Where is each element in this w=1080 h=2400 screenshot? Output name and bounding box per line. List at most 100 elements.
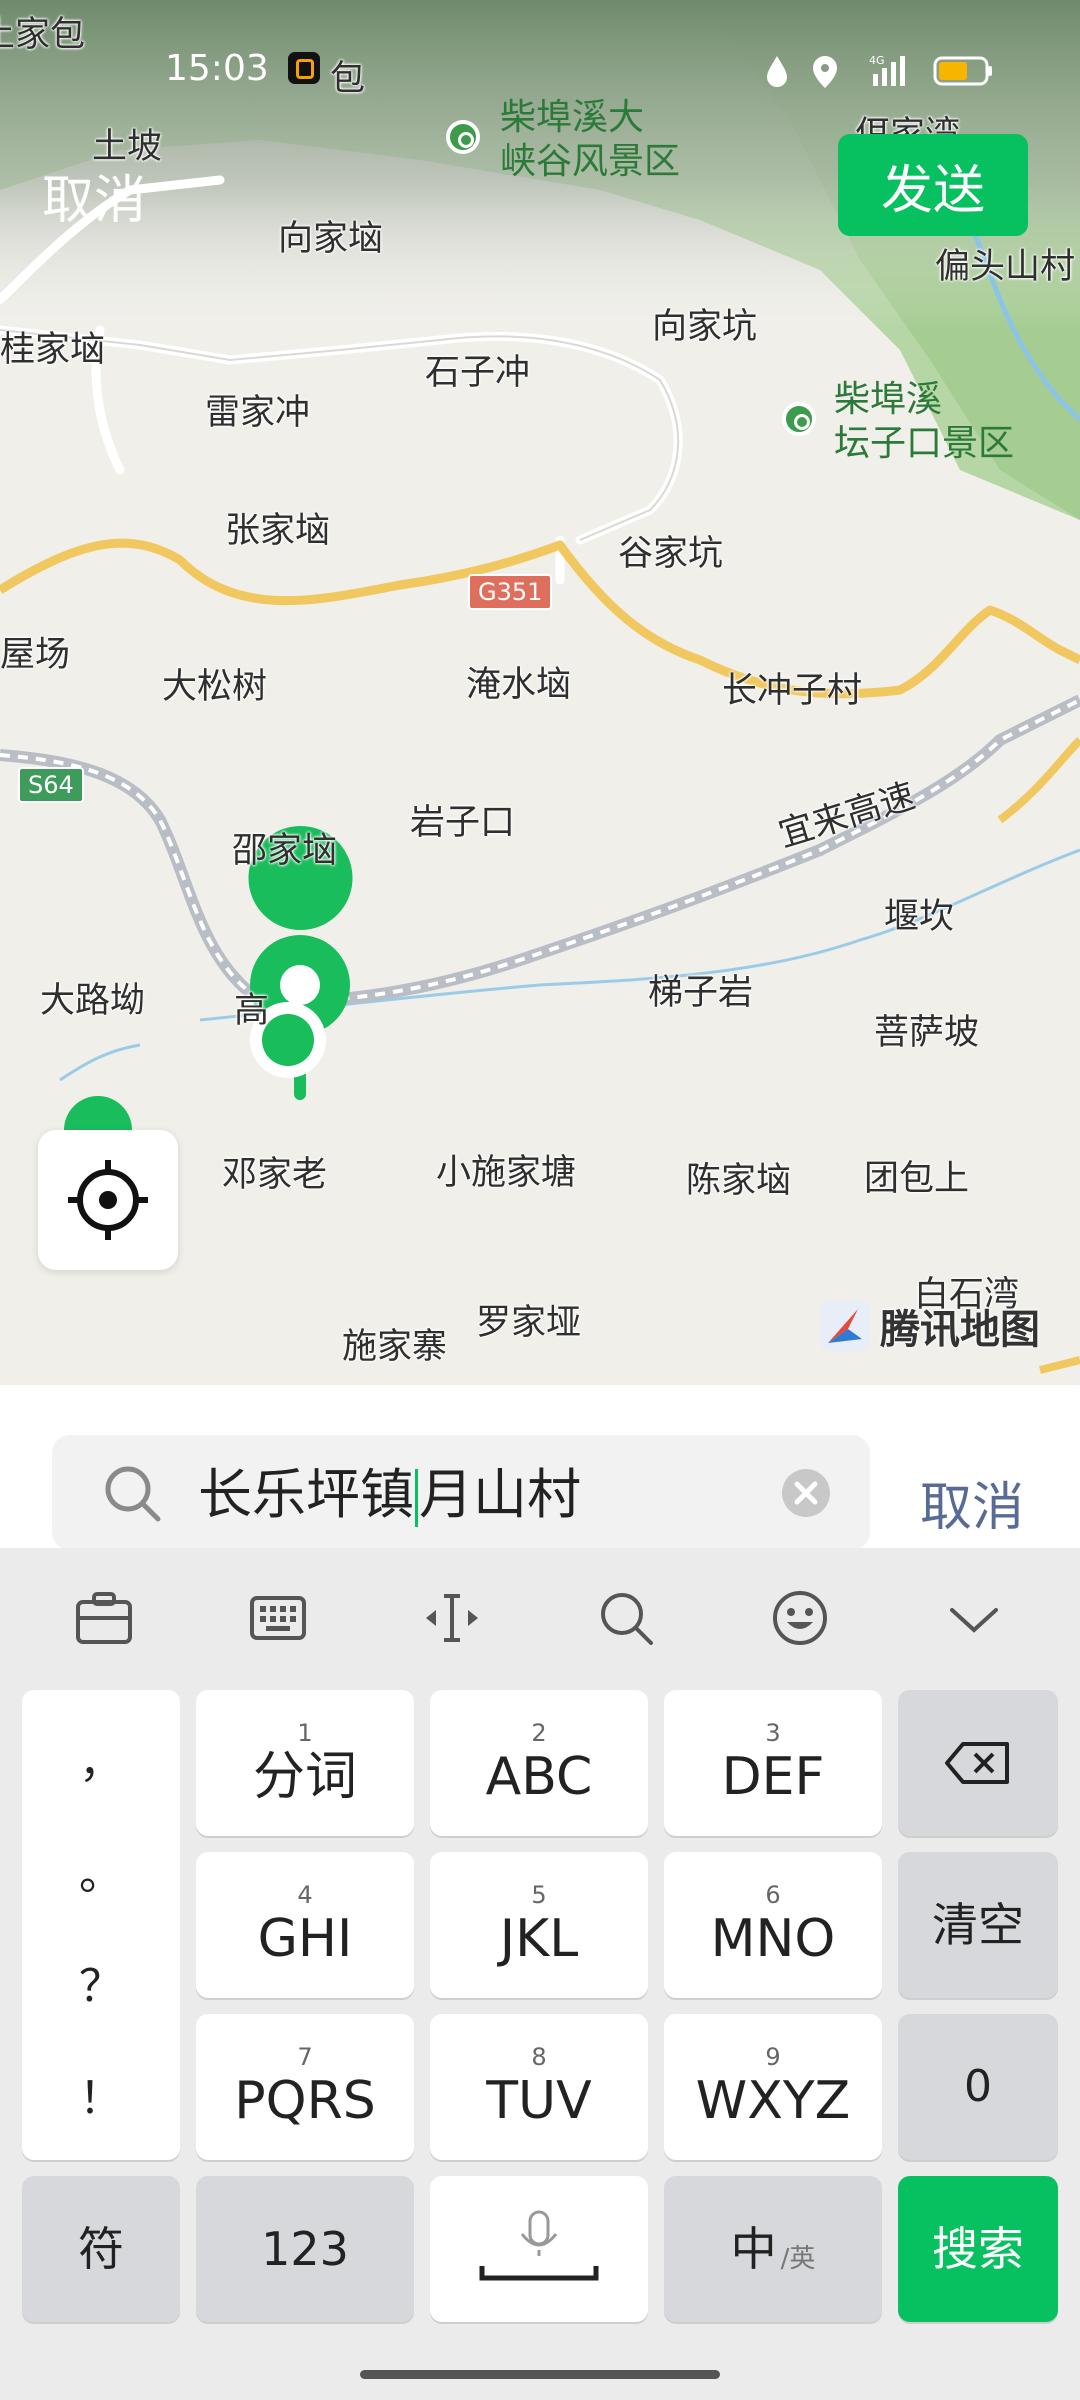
language-switch-key[interactable]: 中 /英	[664, 2176, 882, 2322]
scenic-label: 柴埠溪大 峡谷风景区	[500, 97, 681, 182]
backspace-icon	[945, 1742, 1009, 1784]
scenic-label: 柴埠溪 坛子口景区	[834, 379, 1015, 464]
key-label: 分词	[252, 1747, 357, 1807]
key-label: 清空	[932, 1898, 1024, 1952]
punctuation-key-column[interactable]: ， 。 ？ ！	[22, 1690, 180, 2160]
place-label: 偏头山村	[935, 247, 1076, 287]
key-2[interactable]: 2 ABC	[430, 1690, 648, 1836]
place-label: 屋场	[0, 635, 71, 675]
key-label: WXYZ	[695, 2071, 851, 2131]
search-icon	[105, 1466, 161, 1522]
key-label: PQRS	[234, 2071, 376, 2131]
symbol-key[interactable]: 符	[22, 2176, 180, 2322]
key-number: 4	[297, 1881, 313, 1909]
key-label: 0	[964, 2061, 992, 2112]
place-label: 大松树	[162, 667, 268, 707]
tencent-map-icon	[820, 1301, 870, 1351]
punctuation-key[interactable]: ！	[22, 2062, 180, 2126]
place-label: 邓家老	[222, 1155, 328, 1195]
search-key[interactable]: 搜索	[898, 2176, 1058, 2322]
send-button[interactable]: 发送	[838, 134, 1028, 236]
key-label: 搜索	[932, 2222, 1024, 2276]
key-number: 3	[765, 1719, 781, 1747]
status-time: 15:03	[165, 48, 269, 89]
lang-main-label: 中	[730, 2222, 777, 2276]
place-label: 高	[234, 991, 270, 1031]
place-label: 菩萨坡	[874, 1013, 980, 1053]
place-label: 陈家垴	[686, 1161, 792, 1201]
cancel-button[interactable]: 取消	[42, 158, 146, 233]
key-label: GHI	[257, 1909, 353, 1969]
key-1[interactable]: 1 分词	[196, 1690, 414, 1836]
app-notification-icon	[288, 52, 320, 84]
my-location-button[interactable]	[38, 1130, 178, 1270]
place-label: 大路坳	[40, 981, 146, 1021]
map-provider-label: 腾讯地图	[880, 1307, 1040, 1353]
key-label: TUV	[486, 2071, 592, 2131]
numeric-key[interactable]: 123	[196, 2176, 414, 2322]
search-query: 长乐坪镇月山村	[198, 1463, 581, 1528]
key-4[interactable]: 4 GHI	[196, 1852, 414, 1998]
place-label: 土家包	[0, 15, 86, 55]
lang-sub-label: /英	[780, 2244, 816, 2274]
clear-key[interactable]: 清空	[898, 1852, 1058, 1998]
map-provider-logo: 腾讯地图	[818, 1296, 1040, 1356]
search-query-text: 长乐坪镇	[198, 1463, 414, 1526]
punctuation-key[interactable]: ？	[22, 1950, 180, 2014]
key-3[interactable]: 3 DEF	[664, 1690, 882, 1836]
clear-icon[interactable]	[780, 1467, 832, 1519]
key-number: 8	[531, 2043, 547, 2071]
place-label: 张家垴	[225, 511, 331, 551]
emoji-icon[interactable]	[770, 1588, 830, 1648]
text-cursor-move-icon[interactable]	[422, 1588, 482, 1648]
road-shield: S64	[18, 767, 84, 803]
key-label: 中 /英	[731, 2223, 816, 2275]
keyboard-icon[interactable]	[248, 1588, 308, 1648]
key-9[interactable]: 9 WXYZ	[664, 2014, 882, 2160]
key-5[interactable]: 5 JKL	[430, 1852, 648, 1998]
place-label: 向家垴	[278, 219, 384, 259]
zero-key[interactable]: 0	[898, 2014, 1058, 2160]
road-shield: G351	[468, 574, 553, 610]
scenic-spot-icon	[782, 402, 816, 436]
map-view[interactable]: 土家包 土坡 向家垴 柴埠溪大 峡谷风景区 偏头山村 桂家垴 石子冲 向家坑 雷…	[0, 0, 1080, 1385]
key-6[interactable]: 6 MNO	[664, 1852, 882, 1998]
place-label: 堰坎	[884, 897, 955, 937]
status-icons: 4G	[767, 54, 992, 88]
place-label: 向家坑	[652, 307, 758, 347]
key-number: 9	[765, 2043, 781, 2071]
place-label: 长冲子村	[722, 671, 863, 711]
search-icon[interactable]	[596, 1588, 656, 1648]
crosshair-icon	[68, 1160, 148, 1240]
network-label: 4G	[869, 54, 885, 67]
search-input[interactable]: 长乐坪镇月山村	[52, 1435, 870, 1550]
place-label: 小施家塘	[436, 1153, 577, 1193]
key-number: 5	[531, 1881, 547, 1909]
water-drop-icon	[767, 56, 787, 87]
backspace-key[interactable]	[898, 1690, 1058, 1836]
home-indicator[interactable]	[360, 2370, 720, 2379]
place-label: 团包上	[864, 1159, 970, 1199]
clipboard-icon[interactable]	[74, 1588, 134, 1648]
scenic-spot-icon	[446, 120, 480, 154]
place-label: 邵家垴	[232, 831, 338, 871]
punctuation-key[interactable]: 。	[22, 1838, 180, 1902]
text-cursor	[415, 1469, 418, 1528]
place-label: 谷家坑	[618, 534, 724, 574]
search-query-text: 月山村	[419, 1463, 581, 1526]
place-label: 岩子口	[410, 803, 516, 843]
chevron-down-icon[interactable]	[944, 1588, 1004, 1648]
key-label: JKL	[499, 1909, 579, 1969]
search-cancel-button[interactable]: 取消	[920, 1465, 1024, 1540]
key-number: 7	[297, 2043, 313, 2071]
place-label: 罗家垭	[476, 1303, 582, 1343]
microphone-icon	[479, 2210, 599, 2281]
space-key[interactable]	[430, 2176, 648, 2322]
key-8[interactable]: 8 TUV	[430, 2014, 648, 2160]
keyboard: ， 。 ？ ！ 1 分词 2 ABC 3 DEF 4 GHI 5 JKL 6 M…	[0, 1548, 1080, 2400]
punctuation-key[interactable]: ，	[22, 1726, 180, 1790]
place-label: 石子冲	[425, 353, 531, 393]
key-7[interactable]: 7 PQRS	[196, 2014, 414, 2160]
key-label: DEF	[721, 1747, 825, 1807]
key-number: 2	[531, 1719, 547, 1747]
